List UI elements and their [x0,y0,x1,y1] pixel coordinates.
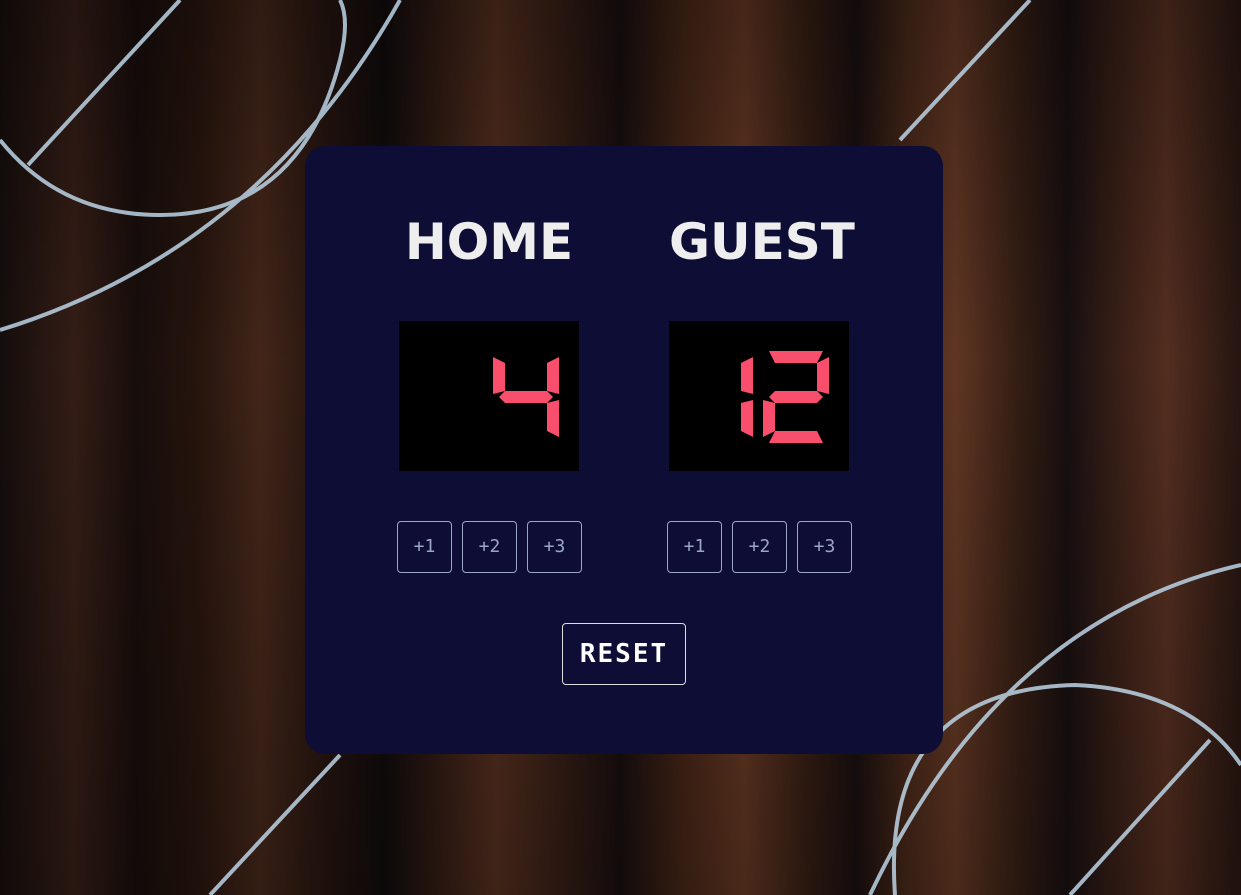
home-title: HOME [404,213,574,271]
digit-segment [817,357,829,394]
home-add-3-button[interactable]: +3 [527,521,582,573]
digit-segment [547,357,559,394]
digit-segment [763,400,775,437]
digit-segment [499,391,553,403]
guest-score-digits [741,351,829,443]
guest-add-1-button[interactable]: +1 [667,521,722,573]
home-button-row: +1 +2 +3 [397,521,583,573]
guest-score-display [669,321,849,471]
digit-segment [547,400,559,437]
digit-segment [769,351,823,363]
guest-add-2-button[interactable]: +2 [732,521,787,573]
home-score-digits [493,357,559,437]
home-score-display [399,321,579,471]
digit-segment [769,391,823,403]
reset-button[interactable]: RESET [562,623,686,685]
score-digit [493,357,559,437]
home-add-1-button[interactable]: +1 [397,521,452,573]
digit-segment [769,431,823,443]
guest-add-3-button[interactable]: +3 [797,521,852,573]
guest-title: GUEST [669,213,855,271]
guest-button-row: +1 +2 +3 [667,521,853,573]
digit-segment [741,400,753,437]
scoreboard-card: HOME +1 +2 +3 GUEST +1 +2 +3 RESET [305,146,943,754]
home-add-2-button[interactable]: +2 [462,521,517,573]
digit-segment [741,357,753,394]
digit-segment [493,357,505,394]
score-digit [763,351,829,443]
score-digit [741,357,753,437]
